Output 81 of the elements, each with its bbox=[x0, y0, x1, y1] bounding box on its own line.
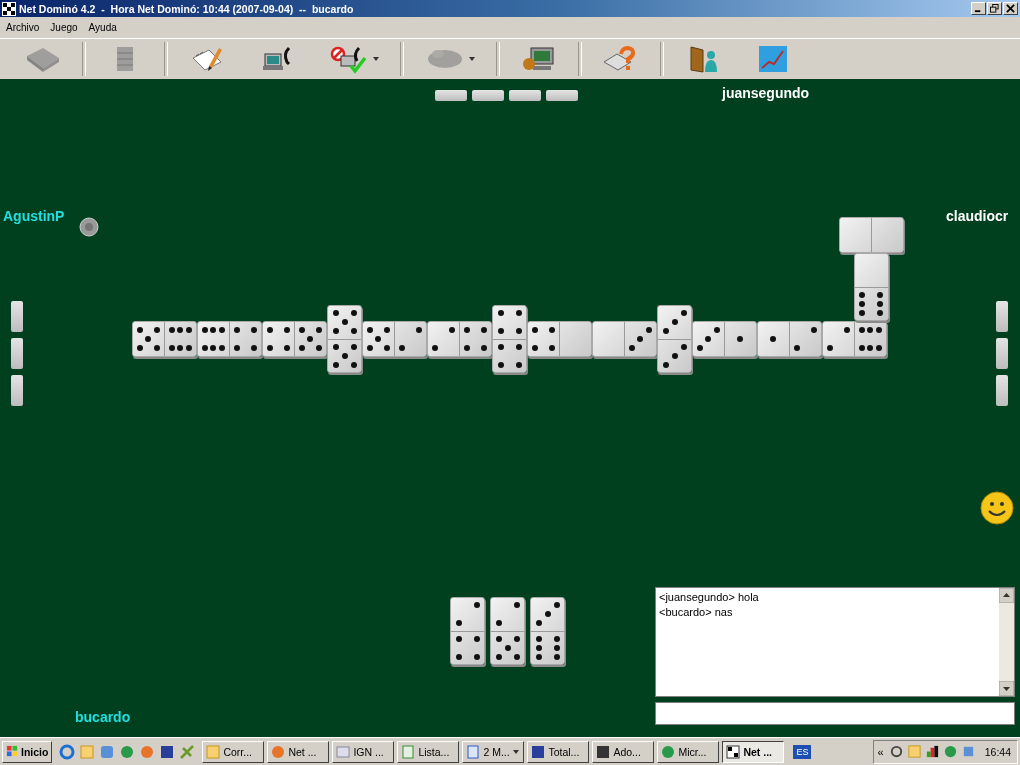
app-icon bbox=[401, 744, 416, 759]
domino-tile[interactable] bbox=[490, 597, 525, 665]
chat-message: <juansegundo> hola bbox=[659, 590, 760, 605]
app-icon bbox=[726, 744, 741, 759]
tray-icon[interactable] bbox=[924, 744, 940, 759]
taskbar-button[interactable]: Ado... bbox=[592, 740, 655, 763]
app-icon bbox=[206, 744, 221, 759]
chat-message: <bucardo> nas bbox=[659, 605, 734, 620]
face-down-tile bbox=[11, 338, 23, 369]
domino-tile bbox=[262, 321, 327, 357]
menu-item[interactable]: Archivo bbox=[6, 22, 40, 33]
domino-tile bbox=[838, 217, 904, 253]
dropdown-arrow-icon bbox=[512, 749, 519, 754]
scroll-down-button[interactable] bbox=[999, 681, 1014, 696]
checker-icon bbox=[2, 1, 16, 16]
domino-tile bbox=[692, 321, 757, 357]
app-icon bbox=[271, 744, 286, 759]
domino-tile bbox=[492, 305, 527, 373]
app-icon bbox=[531, 744, 546, 759]
taskbar-button[interactable]: IGN ... bbox=[332, 740, 395, 763]
language-indicator[interactable]: ES bbox=[793, 744, 812, 759]
domino-tile bbox=[327, 305, 362, 373]
domino-tile[interactable] bbox=[530, 597, 565, 665]
taskbar-button[interactable]: Net ... bbox=[722, 740, 785, 763]
player-name: claudiocr bbox=[946, 208, 1009, 224]
computer-phone-check-icon bbox=[329, 44, 369, 74]
taskbar-button[interactable]: 2 M... bbox=[462, 740, 525, 763]
taskbar-button[interactable]: Lista... bbox=[397, 740, 460, 763]
scrollbar[interactable] bbox=[999, 588, 1014, 696]
player-name: AgustinP bbox=[3, 208, 65, 224]
tray-icon[interactable] bbox=[888, 744, 904, 759]
face-down-tile bbox=[11, 301, 23, 332]
chat-input-field[interactable] bbox=[655, 702, 1015, 725]
domino-tile bbox=[657, 305, 692, 373]
close-icon bbox=[1006, 4, 1015, 13]
window-title: Net Dominó 4.2 - Hora Net Dominó: 10:44 (2007-09-04) -- bucardo bbox=[19, 2, 354, 15]
app-icon[interactable] bbox=[59, 743, 76, 760]
restore-icon bbox=[990, 4, 999, 13]
menu-item[interactable]: Ayuda bbox=[88, 22, 117, 33]
menu-item[interactable]: Juego bbox=[50, 22, 78, 33]
player-name: juansegundo bbox=[722, 85, 810, 101]
clock: 16:44 bbox=[984, 745, 1011, 758]
app-icon[interactable] bbox=[159, 743, 176, 760]
face-down-tile bbox=[435, 90, 467, 101]
face-down-tile bbox=[996, 375, 1008, 406]
domino-tile[interactable] bbox=[450, 597, 485, 665]
app-icon bbox=[336, 744, 351, 759]
face-down-tile bbox=[996, 301, 1008, 332]
flag-icon bbox=[6, 745, 19, 758]
domino-tile bbox=[527, 321, 592, 357]
smiley-icon[interactable] bbox=[980, 491, 1014, 525]
domino-tile bbox=[822, 321, 887, 357]
face-down-tile bbox=[472, 90, 504, 101]
domino-tile bbox=[132, 321, 197, 357]
domino-tile bbox=[362, 321, 427, 357]
tray-expand-button[interactable]: « bbox=[875, 745, 886, 758]
round-token-icon bbox=[79, 217, 99, 237]
minimize-button[interactable] bbox=[971, 2, 986, 15]
domino-tile bbox=[427, 321, 492, 357]
taskbar-button[interactable]: Total... bbox=[527, 740, 590, 763]
app-icon bbox=[466, 744, 481, 759]
domino-tile bbox=[757, 321, 822, 357]
face-down-tile bbox=[11, 375, 23, 406]
face-down-tile bbox=[996, 338, 1008, 369]
domino-tile bbox=[853, 253, 889, 321]
domino-tile bbox=[197, 321, 262, 357]
scroll-up-button[interactable] bbox=[999, 588, 1014, 603]
taskbar-button[interactable]: Net ... bbox=[267, 740, 330, 763]
app-icon bbox=[596, 744, 611, 759]
restore-button[interactable] bbox=[987, 2, 1002, 15]
close-button[interactable] bbox=[1003, 2, 1018, 15]
dropdown-arrow-icon bbox=[469, 57, 475, 61]
app-icon bbox=[661, 744, 676, 759]
taskbar-button[interactable]: Micr... bbox=[657, 740, 720, 763]
dropdown-arrow-icon bbox=[373, 57, 379, 61]
face-down-tile bbox=[546, 90, 578, 101]
domino-tile bbox=[592, 321, 657, 357]
taskbar-button[interactable]: Corr... bbox=[202, 740, 265, 763]
start-button[interactable]: Inicio bbox=[2, 740, 53, 763]
face-down-tile bbox=[509, 90, 541, 101]
player-name: bucardo bbox=[75, 709, 131, 725]
